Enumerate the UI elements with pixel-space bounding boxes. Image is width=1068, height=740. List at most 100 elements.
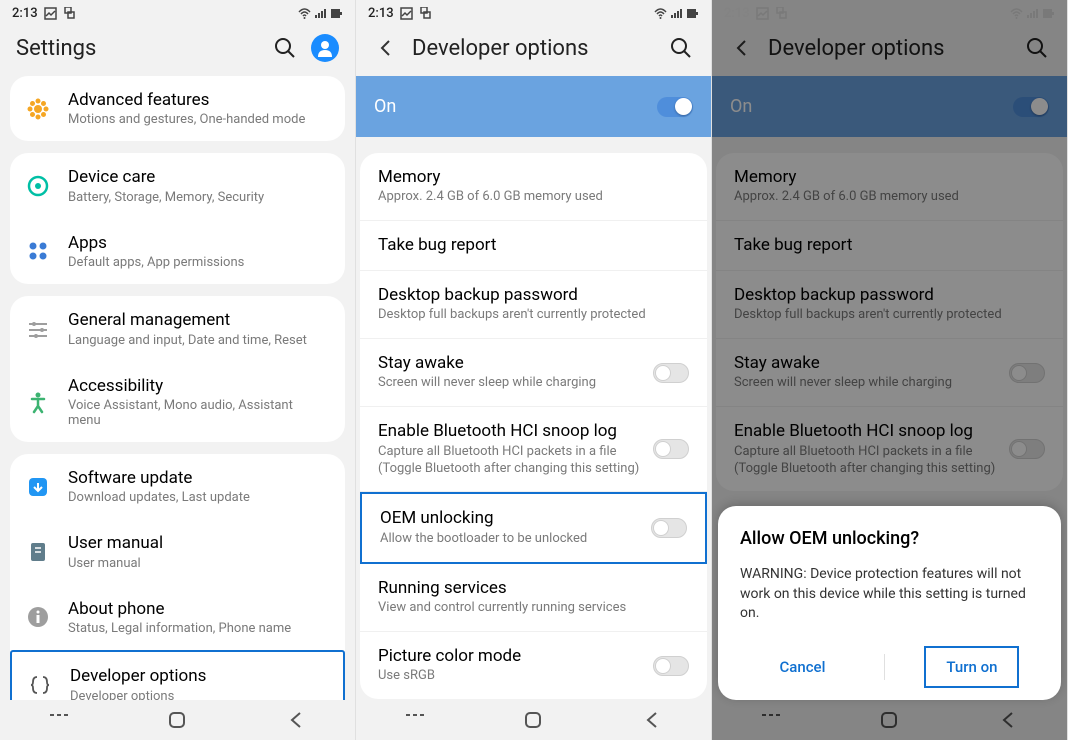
row-sub: Language and input, Date and time, Reset (68, 333, 327, 348)
screen-developer-options: 2:13 Developer options On Memory Approx.… (356, 0, 712, 740)
row-backup-password[interactable]: Desktop backup password Desktop full bac… (360, 271, 707, 339)
back-button[interactable] (372, 34, 400, 62)
sliders-icon (26, 317, 50, 341)
row-stay-awake[interactable]: Stay awake Screen will never sleep while… (360, 339, 707, 407)
back-button[interactable] (286, 710, 306, 730)
update-icon (26, 475, 50, 499)
row-sub: View and control currently running servi… (378, 600, 689, 617)
signal-icon (314, 7, 327, 20)
row-advanced-features[interactable]: Advanced features Motions and gestures, … (10, 76, 345, 141)
row-software-update[interactable]: Software update Download updates, Last u… (10, 454, 345, 519)
screenshot-icon (419, 7, 432, 20)
row-title: Picture color mode (378, 646, 643, 666)
battery-icon (686, 7, 699, 20)
master-toggle-banner[interactable]: On (356, 76, 711, 137)
accessibility-icon (26, 390, 50, 414)
dialog-title: Allow OEM unlocking? (740, 528, 1039, 549)
row-sub: Voice Assistant, Mono audio, Assistant m… (68, 398, 327, 428)
row-sub: Capture all Bluetooth HCI packets in a f… (378, 444, 643, 478)
cancel-button[interactable]: Cancel (759, 648, 845, 686)
settings-group-4: Software update Download updates, Last u… (10, 454, 345, 720)
navigation-bar (0, 700, 355, 740)
wifi-icon (298, 7, 311, 20)
row-running-services[interactable]: Running services View and control curren… (360, 564, 707, 632)
row-sub: Approx. 2.4 GB of 6.0 GB memory used (378, 189, 689, 206)
gear-flower-icon (26, 97, 50, 121)
signal-icon (670, 7, 683, 20)
status-bar: 2:13 (356, 0, 711, 26)
header: Developer options (356, 26, 711, 76)
battery-icon (330, 7, 343, 20)
braces-icon (28, 673, 52, 697)
dialog-body: WARNING: Device protection features will… (740, 565, 1039, 624)
row-title: Developer options (70, 666, 325, 686)
stay-awake-switch[interactable] (653, 363, 689, 383)
row-about-phone[interactable]: About phone Status, Legal information, P… (10, 585, 345, 650)
settings-group-2: Device care Battery, Storage, Memory, Se… (10, 153, 345, 284)
device-care-icon (26, 174, 50, 198)
row-picture-color-mode[interactable]: Picture color mode Use sRGB (360, 632, 707, 699)
row-sub: Screen will never sleep while charging (378, 375, 643, 392)
oem-unlock-dialog: Allow OEM unlocking? WARNING: Device pro… (718, 506, 1061, 700)
picture-switch[interactable] (653, 656, 689, 676)
row-sub: Allow the bootloader to be unlocked (380, 531, 641, 548)
search-icon (670, 37, 692, 59)
row-device-care[interactable]: Device care Battery, Storage, Memory, Se… (10, 153, 345, 218)
row-title: Running services (378, 578, 689, 598)
turn-on-button[interactable]: Turn on (924, 646, 1019, 688)
row-title: Desktop backup password (378, 285, 689, 305)
row-general-management[interactable]: General management Language and input, D… (10, 296, 345, 361)
oem-switch[interactable] (651, 518, 687, 538)
row-title: General management (68, 310, 327, 330)
home-button[interactable] (523, 710, 543, 730)
settings-group-3: General management Language and input, D… (10, 296, 345, 442)
row-sub: Desktop full backups aren't currently pr… (378, 307, 689, 324)
row-title: Apps (68, 233, 327, 253)
dialog-actions: Cancel Turn on (740, 646, 1039, 688)
row-bluetooth-hci[interactable]: Enable Bluetooth HCI snoop log Capture a… (360, 407, 707, 492)
navigation-bar (356, 700, 711, 740)
row-title: Take bug report (378, 235, 689, 255)
row-sub: Battery, Storage, Memory, Security (68, 190, 327, 205)
search-button[interactable] (271, 34, 299, 62)
person-icon (316, 39, 334, 57)
row-title: Advanced features (68, 90, 327, 110)
row-title: Software update (68, 468, 327, 488)
image-icon (44, 7, 57, 20)
row-sub: Use sRGB (378, 668, 643, 685)
bthci-switch[interactable] (653, 439, 689, 459)
row-bug-report[interactable]: Take bug report (360, 221, 707, 270)
row-user-manual[interactable]: User manual User manual (10, 519, 345, 584)
screenshot-icon (63, 7, 76, 20)
settings-group-1: Advanced features Motions and gestures, … (10, 76, 345, 141)
account-button[interactable] (311, 34, 339, 62)
row-sub: Status, Legal information, Phone name (68, 621, 327, 636)
master-switch[interactable] (657, 97, 693, 117)
home-button[interactable] (167, 710, 187, 730)
chevron-left-icon (376, 38, 396, 58)
row-title: Accessibility (68, 376, 327, 396)
info-icon (26, 605, 50, 629)
row-oem-unlocking[interactable]: OEM unlocking Allow the bootloader to be… (360, 492, 707, 563)
back-button[interactable] (642, 710, 662, 730)
row-memory[interactable]: Memory Approx. 2.4 GB of 6.0 GB memory u… (360, 153, 707, 221)
row-title: OEM unlocking (380, 508, 641, 528)
row-accessibility[interactable]: Accessibility Voice Assistant, Mono audi… (10, 362, 345, 442)
page-title: Settings (16, 36, 259, 61)
screen-settings: 2:13 Settings Advanced features Motions … (0, 0, 356, 740)
wifi-icon (654, 7, 667, 20)
status-time: 2:13 (368, 6, 394, 21)
row-title: User manual (68, 533, 327, 553)
row-sub: Download updates, Last update (68, 490, 327, 505)
apps-icon (27, 240, 49, 262)
image-icon (400, 7, 413, 20)
row-apps[interactable]: Apps Default apps, App permissions (10, 219, 345, 284)
recents-button[interactable] (405, 710, 425, 730)
recents-button[interactable] (49, 710, 69, 730)
header: Settings (0, 26, 355, 76)
row-title: About phone (68, 599, 327, 619)
status-bar: 2:13 (0, 0, 355, 26)
search-button[interactable] (667, 34, 695, 62)
screen-oem-dialog: 2:13 Developer options On (712, 0, 1068, 740)
banner-label: On (374, 96, 396, 117)
